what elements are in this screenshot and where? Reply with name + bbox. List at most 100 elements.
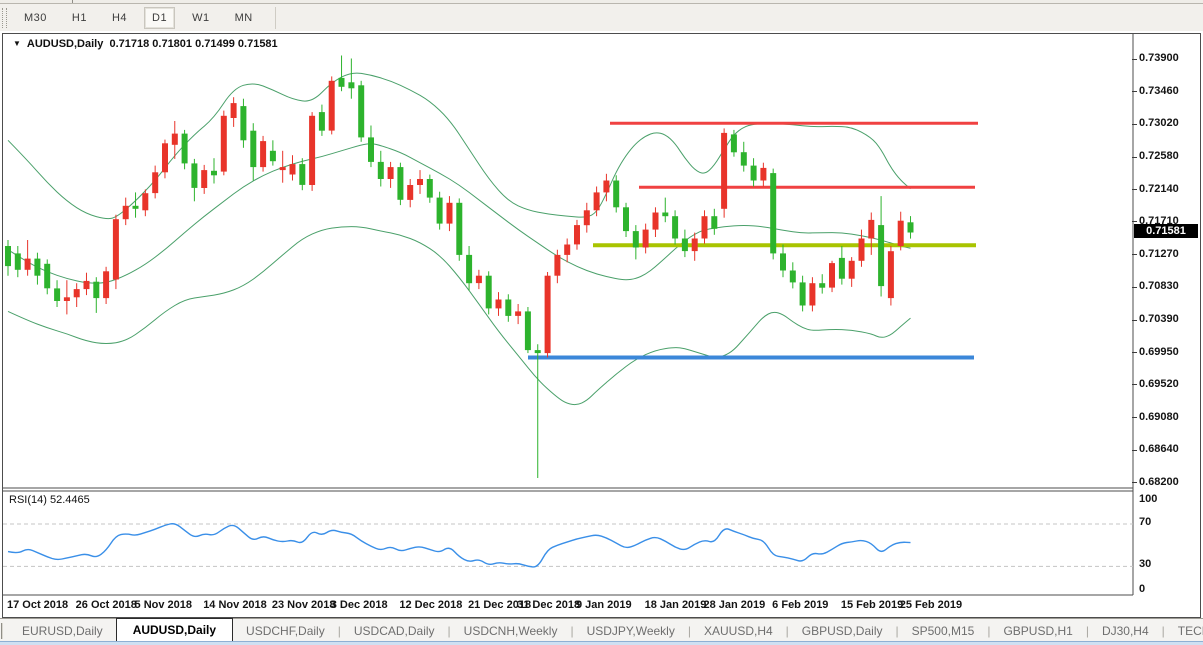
price-axis-label: 0.69520 [1139,378,1179,390]
candle-body-down [427,179,433,198]
rsi-axis-label: 0 [1139,583,1145,595]
candle-body-down [878,225,884,286]
candle-body-down [751,166,757,181]
candle-body-down [780,253,786,270]
chart-tab-usdcnh[interactable]: USDCNH,Weekly [451,621,571,642]
date-axis-label: 5 Nov 2018 [135,599,192,611]
candle-body-up [868,220,874,239]
candle-body-down [397,167,403,200]
candle-body-up [280,167,286,170]
candle-body-up [260,141,266,167]
chart-tab-xauusd[interactable]: XAUUSD,H4 [691,621,786,642]
candle-body-up [496,300,502,309]
candle-body-down [34,259,40,276]
toolbar-grip-icon[interactable] [2,8,7,28]
candle-body-up [123,206,129,219]
chart-tab-gbpusd[interactable]: GBPUSD,Daily [789,621,896,642]
timeframe-button-m30[interactable]: M30 [16,7,55,29]
candle-body-down [672,216,678,238]
candle-body-down [662,213,668,217]
timeframe-toolbar: M30 H1 H4 D1 W1 MN [0,4,1203,31]
price-axis-tick [1132,482,1137,483]
candle-body-down [741,152,747,165]
price-axis-label: 0.70390 [1139,313,1179,325]
chart-tab-usdchf[interactable]: USDCHF,Daily [233,621,338,642]
rsi-axis-label: 70 [1139,516,1151,528]
candle-body-up [64,297,70,301]
candle-body-up [103,271,109,298]
date-axis-label: 15 Feb 2019 [841,599,903,611]
price-axis-label: 0.71270 [1139,248,1179,260]
candle-body-up [702,216,708,238]
candle-body-down [682,239,688,252]
candle-body-up [849,261,855,279]
candle-body-down [44,264,50,289]
date-axis-label: 3 Dec 2018 [331,599,388,611]
chart-window[interactable]: ▼ AUDUSD,Daily 0.71718 0.71801 0.71499 0.… [2,33,1201,618]
chart-tab-usdcad[interactable]: USDCAD,Daily [341,621,448,642]
date-axis-label: 17 Oct 2018 [7,599,68,611]
candle-body-up [309,116,315,185]
candle-body-up [554,255,560,276]
date-axis-label: 28 Jan 2019 [704,599,766,611]
price-axis-tick [1132,189,1137,190]
candle-body-down [486,276,492,309]
timeframe-button-h1[interactable]: H1 [64,7,95,29]
chart-tab-sp500[interactable]: SP500,M15 [899,621,988,642]
timeframe-button-h4[interactable]: H4 [104,7,135,29]
candle-body-up [231,103,237,118]
chart-tab-dj30[interactable]: DJ30,H4 [1089,621,1162,642]
candle-body-up [692,239,698,252]
chart-legend: ▼ AUDUSD,Daily 0.71718 0.71801 0.71499 0.… [13,38,278,50]
rsi-indicator-label: RSI(14) 52.4465 [9,494,90,506]
candle-body-up [564,245,570,255]
price-axis-tick [1132,450,1137,451]
date-axis-label: 12 Dec 2018 [399,599,462,611]
price-axis-tick [1132,157,1137,158]
candle-body-down [299,164,305,185]
candle-body-up [653,213,659,230]
price-axis-tick [1132,59,1137,60]
candle-body-down [613,181,619,208]
candle-body-up [760,168,766,181]
candle-body-down [368,137,374,162]
timeframe-button-mn[interactable]: MN [227,7,261,29]
candle-body-up [152,172,158,193]
chart-tab-audusd[interactable]: AUDUSD,Daily [116,618,233,642]
candle-body-down [211,171,217,176]
candle-body-down [790,271,796,283]
timeframe-button-w1[interactable]: W1 [184,7,218,29]
candle-body-down [839,258,845,279]
candle-body-up [290,164,296,174]
chart-tab-usdjpy[interactable]: USDJPY,Weekly [574,621,688,642]
chart-tab-gbpusd[interactable]: GBPUSD,H1 [990,621,1085,642]
price-axis-label: 0.72580 [1139,150,1179,162]
toolbar-separator [275,7,276,29]
candle-body-up [417,179,423,185]
chart-tab-eurusd[interactable]: EURUSD,Daily [9,621,116,642]
date-axis-label: 14 Nov 2018 [203,599,267,611]
candle-body-down [250,131,256,167]
candle-body-down [191,163,197,188]
chart-ohlc-values: 0.71718 0.71801 0.71499 0.71581 [109,38,277,50]
price-axis-tick [1132,384,1137,385]
candle-body-up [142,193,148,210]
candle-body-down [535,350,541,353]
candle-body-down [770,173,776,253]
timeframe-button-d1[interactable]: D1 [144,7,175,29]
price-chart-canvas[interactable] [3,34,1198,615]
chart-dropdown-icon[interactable]: ▼ [13,39,21,48]
chart-tab-tech100[interactable]: TECH100,H [1165,621,1203,642]
candle-body-down [908,222,914,232]
tabbar-grip-icon[interactable] [1,623,3,639]
candle-body-down [133,206,139,209]
chart-symbol-period: AUDUSD,Daily [27,38,103,50]
candle-body-down [505,300,511,316]
price-axis-label: 0.73460 [1139,85,1179,97]
toolbar-dock-separator [72,0,73,3]
price-axis-tick [1132,320,1137,321]
price-axis-tick [1132,221,1137,222]
price-axis-tick [1132,254,1137,255]
candle-body-up [162,143,168,172]
price-axis-tick [1132,417,1137,418]
